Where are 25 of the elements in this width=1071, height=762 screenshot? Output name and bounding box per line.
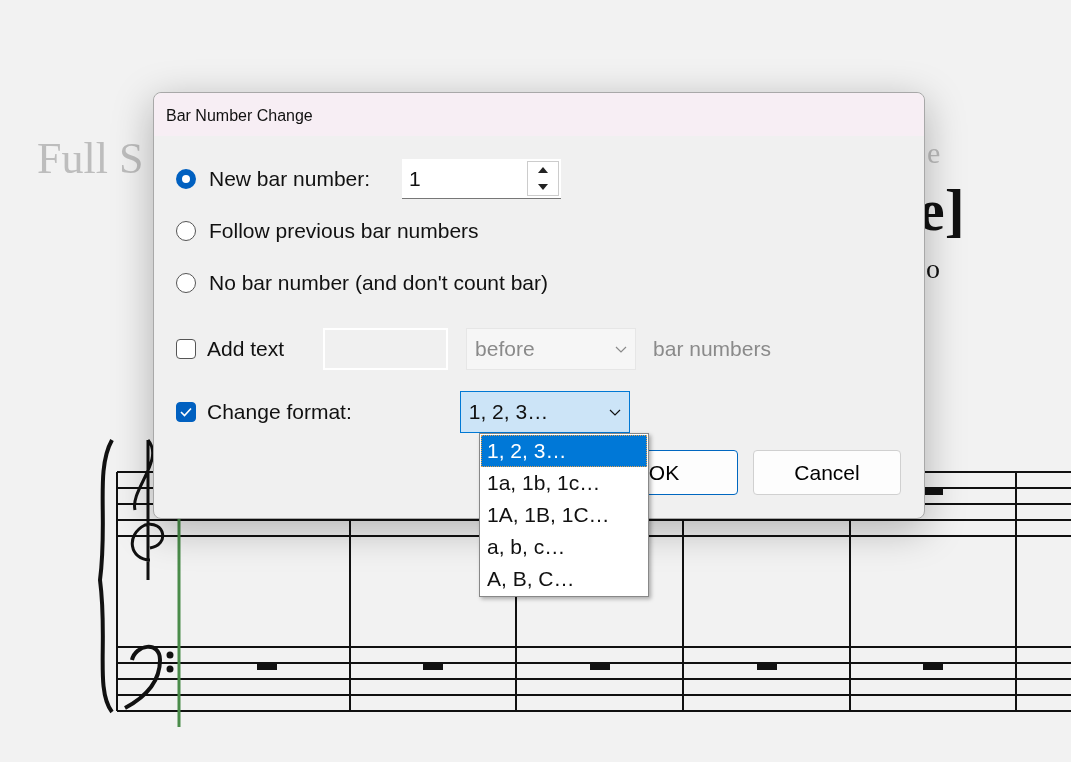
dropdown-option[interactable]: 1A, 1B, 1C… bbox=[481, 499, 647, 531]
option-label: New bar number: bbox=[209, 166, 371, 193]
down-arrow-icon bbox=[538, 183, 549, 190]
radio-button[interactable] bbox=[176, 221, 196, 241]
option-label: No bar number (and don't count bar) bbox=[209, 270, 549, 297]
composer-text: o bbox=[926, 255, 940, 283]
format-dropdown[interactable]: 1, 2, 3… bbox=[459, 391, 630, 433]
suffix-label: bar numbers bbox=[653, 336, 771, 363]
dropdown-option[interactable]: a, b, c… bbox=[481, 531, 647, 563]
dropdown-option[interactable]: A, B, C… bbox=[481, 563, 647, 595]
dropdown-option[interactable]: 1, 2, 3… bbox=[481, 435, 647, 467]
option-label: Follow previous bar numbers bbox=[209, 218, 479, 245]
checkbox-label: Change format: bbox=[207, 399, 352, 426]
up-arrow-icon bbox=[538, 167, 549, 174]
cancel-button[interactable]: Cancel bbox=[753, 450, 901, 495]
checkbox-label: Add text bbox=[207, 336, 285, 363]
check-icon bbox=[180, 407, 192, 417]
radio-button[interactable] bbox=[176, 169, 196, 189]
checkbox[interactable] bbox=[176, 339, 196, 359]
dialog-title: Bar Number Change bbox=[154, 93, 924, 136]
number-spinner[interactable]: 1 bbox=[402, 159, 562, 199]
radio-button[interactable] bbox=[176, 273, 196, 293]
checkbox[interactable] bbox=[176, 402, 196, 422]
chevron-icon bbox=[608, 408, 621, 416]
chevron-icon bbox=[615, 345, 628, 353]
